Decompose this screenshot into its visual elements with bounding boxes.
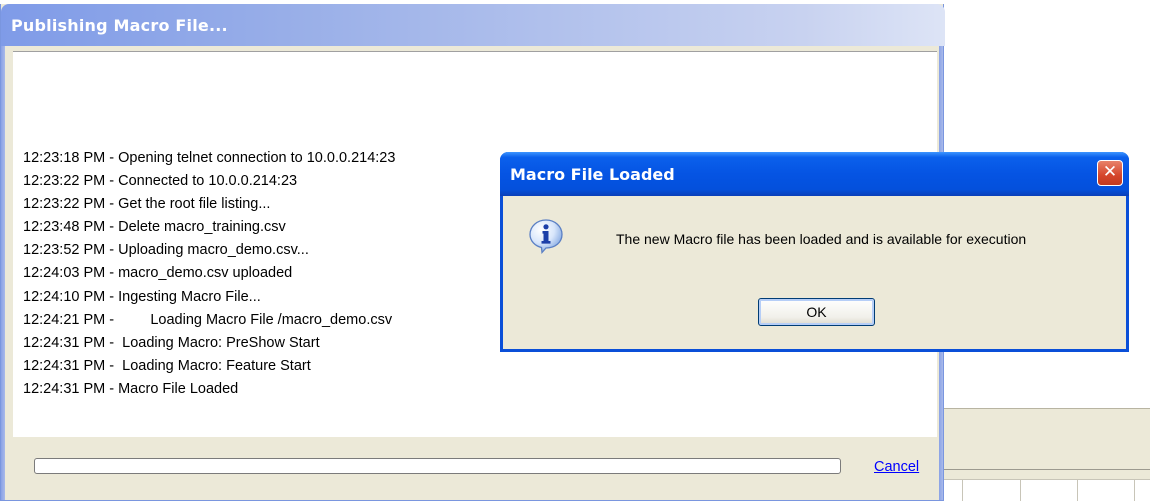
log-line: 12:24:31 PM - Macro File Loaded — [23, 380, 239, 397]
log-list: 12:23:18 PM - Opening telnet connection … — [23, 147, 395, 401]
log-line: 12:24:10 PM - Ingesting Macro File... — [23, 288, 261, 305]
macro-loaded-dialog: Macro File Loaded ✕ The new Macro file h… — [500, 152, 1129, 352]
log-line: 12:24:03 PM - macro_demo.csv uploaded — [23, 265, 293, 282]
info-icon — [529, 219, 563, 254]
publishing-window-title-bar[interactable]: Publishing Macro File... — [1, 4, 945, 46]
log-line: 12:23:18 PM - Opening telnet connection … — [23, 150, 396, 166]
cancel-link[interactable]: Cancel — [874, 459, 919, 475]
background-grid-row — [944, 479, 1150, 501]
background-grid-line — [1020, 480, 1021, 501]
log-line: 12:24:31 PM - Loading Macro: PreShow Sta… — [23, 334, 320, 351]
background-grid-line — [1134, 480, 1135, 501]
background-grid-divider — [944, 469, 1150, 470]
publishing-window-title: Publishing Macro File... — [11, 16, 228, 35]
log-line: 12:24:21 PM - Loading Macro File /macro_… — [23, 311, 393, 328]
progress-bar — [34, 458, 841, 474]
dialog-title: Macro File Loaded — [510, 165, 675, 184]
background-grid-line — [962, 480, 963, 501]
dialog-title-bar[interactable]: Macro File Loaded ✕ — [500, 152, 1129, 196]
ok-button[interactable]: OK — [758, 298, 875, 326]
close-button[interactable]: ✕ — [1097, 160, 1123, 186]
background-grid-line — [1077, 480, 1078, 501]
log-line: 12:23:22 PM - Connected to 10.0.0.214:23 — [23, 173, 298, 190]
screen: Publishing Macro File... 12:23:18 PM - O… — [0, 0, 1150, 501]
window-border-left — [1, 46, 5, 500]
dialog-message: The new Macro file has been loaded and i… — [616, 231, 1027, 247]
log-line: 12:23:48 PM - Delete macro_training.csv — [23, 219, 286, 236]
log-line: 12:23:52 PM - Uploading macro_demo.csv..… — [23, 242, 309, 259]
log-line: 12:24:31 PM - Loading Macro: Feature Sta… — [23, 357, 311, 374]
background-app-panel — [944, 408, 1150, 501]
log-line: 12:23:22 PM - Get the root file listing.… — [23, 196, 271, 213]
